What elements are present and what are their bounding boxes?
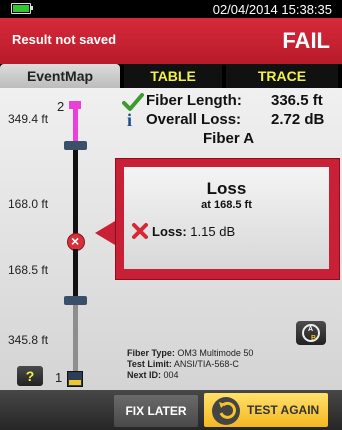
- next-id-value: 004: [163, 370, 179, 380]
- result-status: FAIL: [282, 28, 330, 53]
- popup-pointer: [95, 221, 115, 245]
- popup-title: Loss: [206, 179, 247, 198]
- test-again-button[interactable]: TEST AGAIN: [204, 393, 328, 427]
- fiber-type-value: OM3 Multimode 50: [177, 348, 254, 358]
- svg-text:A: A: [308, 326, 313, 333]
- battery-tip: [31, 6, 33, 10]
- popup-loss: Loss: 1.15 dB: [152, 224, 235, 239]
- fail-x-icon: [132, 223, 148, 239]
- status-bar: 02/04/2014 15:38:35: [0, 0, 342, 18]
- action-bar: FIX LATER TEST AGAIN: [0, 390, 342, 430]
- tab-table[interactable]: TABLE: [124, 64, 222, 88]
- distance-label-2: 168.0 ft: [8, 197, 49, 211]
- overall-loss-value: 2.72 dB: [271, 111, 325, 128]
- event-popup[interactable]: Loss at 168.5 ft Loss: 1.15 dB: [115, 158, 340, 280]
- save-status: Result not saved: [12, 32, 117, 47]
- next-id-label: Next ID:: [127, 370, 162, 380]
- popup-loss-label: Loss:: [152, 224, 187, 239]
- popup-subtitle: at 168.5 ft: [201, 199, 252, 211]
- fiber-segment-3: [73, 249, 78, 296]
- test-limit-label: Test Limit:: [127, 359, 172, 369]
- test-limit-value: ANSI/TIA-568-C: [173, 359, 239, 369]
- datetime: 02/04/2014 15:38:35: [212, 2, 332, 17]
- swap-ab-icon: A B: [302, 324, 320, 342]
- fiber-segment-4: [73, 305, 78, 371]
- fiber-type: Fiber Type: OM3 Multimode 50: [127, 348, 253, 358]
- refresh-icon: [212, 397, 240, 425]
- fiber-segment-2: [73, 150, 78, 234]
- check-icon: [122, 93, 144, 111]
- popup-loss-value: 1.15 dB: [190, 224, 236, 239]
- tab-bar: EventMap TABLE TRACE: [0, 64, 342, 88]
- connector-event-2[interactable]: [64, 296, 87, 305]
- info-icon: i: [127, 110, 133, 130]
- start-connector: [67, 371, 83, 387]
- tab-eventmap[interactable]: EventMap: [0, 64, 120, 88]
- fiber-segment-1: [73, 109, 78, 141]
- tester-screen: 02/04/2014 15:38:35 Result not saved FAI…: [0, 0, 342, 430]
- test-limit: Test Limit: ANSI/TIA-568-C: [127, 359, 239, 369]
- fiber-type-label: Fiber Type:: [127, 348, 175, 358]
- fiber-name: Fiber A: [203, 130, 255, 147]
- swap-ends-button[interactable]: A B: [296, 321, 326, 345]
- fiber-length-value: 336.5 ft: [271, 92, 323, 109]
- distance-label-4: 345.8 ft: [8, 333, 49, 347]
- tab-trace[interactable]: TRACE: [226, 64, 338, 88]
- start-index: 1: [55, 370, 63, 385]
- battery-icon: [11, 3, 31, 14]
- next-id: Next ID: 004: [127, 370, 179, 380]
- event-popup-body: Loss at 168.5 ft Loss: 1.15 dB: [124, 167, 329, 269]
- svg-text:B: B: [311, 335, 316, 342]
- overall-loss-label: Overall Loss:: [146, 111, 242, 128]
- result-banner: Result not saved FAIL: [0, 18, 342, 64]
- end-index: 2: [57, 99, 65, 114]
- test-again-label: TEST AGAIN: [247, 403, 320, 417]
- connector-event-1[interactable]: [64, 141, 87, 150]
- fix-later-button[interactable]: FIX LATER: [114, 395, 198, 427]
- distance-label-1: 349.4 ft: [8, 112, 49, 126]
- distance-label-3: 168.5 ft: [8, 263, 49, 277]
- end-connector: [69, 101, 81, 109]
- help-button[interactable]: ?: [17, 366, 43, 386]
- fiber-length-label: Fiber Length:: [146, 92, 242, 109]
